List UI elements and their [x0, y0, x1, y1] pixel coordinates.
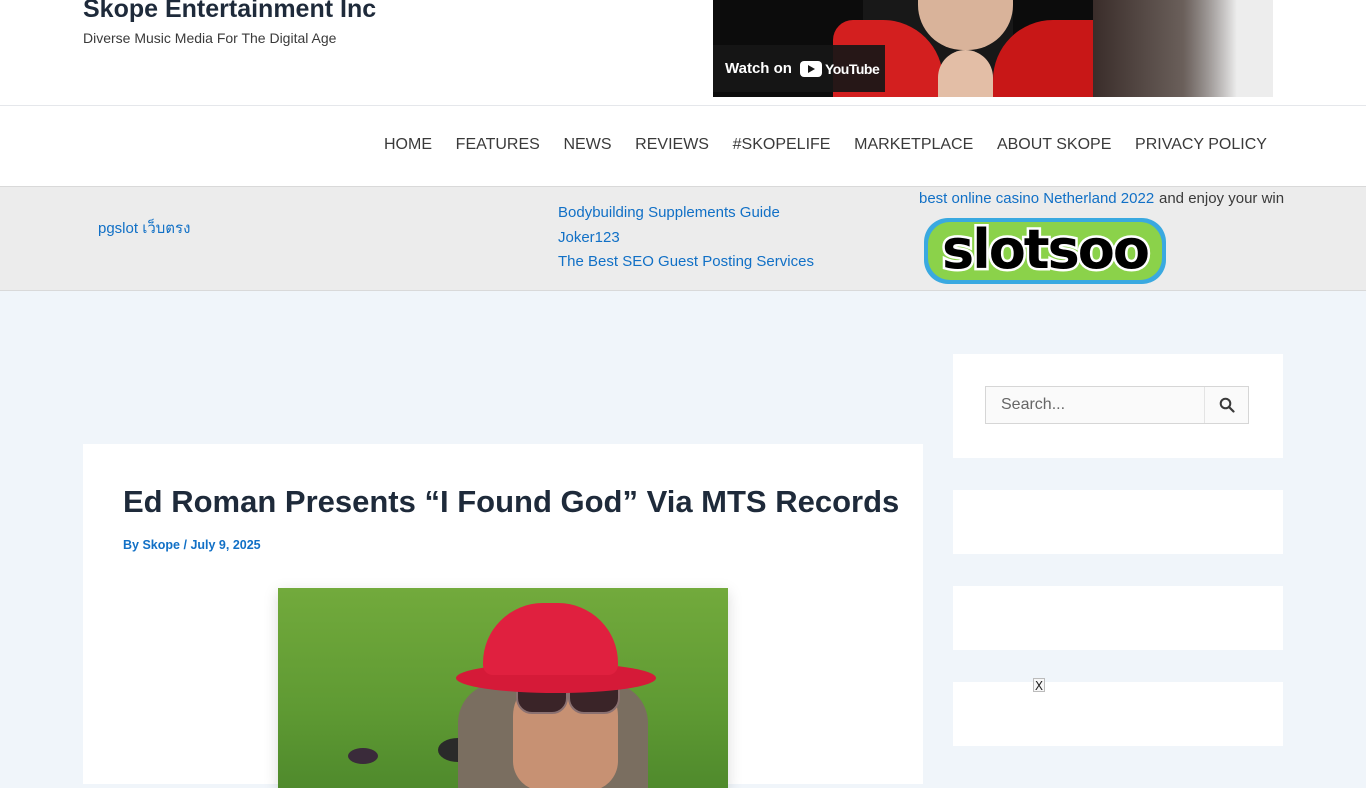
youtube-play-icon	[799, 60, 822, 77]
search-input[interactable]	[986, 387, 1206, 423]
post-meta-by: By	[123, 538, 139, 552]
youtube-logo: YouTube	[799, 60, 880, 77]
nav-item-about-skope[interactable]: ABOUT SKOPE	[997, 135, 1111, 155]
search-icon	[1219, 397, 1235, 413]
slotsoo-wordmark: slotsoo	[942, 218, 1148, 281]
sponsored-links-bar: pgslot เว็บตรง Bodybuilding Supplements …	[0, 186, 1366, 291]
ad-casino-suffix: and enjoy your win	[1159, 190, 1285, 207]
ad-link-joker123[interactable]: Joker123	[558, 229, 620, 246]
nav-item-home[interactable]: HOME	[384, 135, 432, 155]
search-widget	[953, 354, 1283, 458]
sidebar-widget-4	[953, 682, 1283, 746]
nav-item-marketplace[interactable]: MARKETPLACE	[854, 135, 973, 155]
search-form	[985, 386, 1249, 424]
ad-close-button[interactable]: X	[1033, 678, 1045, 693]
ad-link-bodybuilding[interactable]: Bodybuilding Supplements Guide	[558, 204, 780, 221]
ad-link-seo-guest-posting[interactable]: The Best SEO Guest Posting Services	[558, 253, 814, 270]
youtube-wordmark: YouTube	[824, 60, 880, 77]
ad-link-online-casino[interactable]: best online casino Netherland 2022	[919, 190, 1154, 207]
site-title[interactable]: Skope Entertainment Inc	[83, 0, 376, 24]
header-divider	[0, 105, 1366, 106]
youtube-video-embed[interactable]: Watch on YouTube	[713, 0, 1273, 97]
slotsoo-logo[interactable]: slotsoo	[924, 218, 1166, 284]
post-title[interactable]: Ed Roman Presents “I Found God” Via MTS …	[123, 484, 899, 520]
nav-item-features[interactable]: FEATURES	[456, 135, 540, 155]
nav-item-privacy-policy[interactable]: PRIVACY POLICY	[1135, 135, 1267, 155]
post-article: Ed Roman Presents “I Found God” Via MTS …	[83, 444, 923, 788]
nav-item-reviews[interactable]: REVIEWS	[635, 135, 709, 155]
sidebar-widget-2	[953, 490, 1283, 554]
site-header: Skope Entertainment Inc Diverse Music Me…	[0, 0, 1366, 186]
post-author-link[interactable]: Skope	[142, 538, 180, 552]
site-tagline: Diverse Music Media For The Digital Age	[83, 30, 337, 46]
post-meta-separator: /	[183, 538, 187, 552]
sidebar-widget-3	[953, 586, 1283, 650]
post-meta: By Skope / July 9, 2025	[123, 538, 261, 552]
post-date: July 9, 2025	[190, 538, 261, 552]
nav-item-news[interactable]: NEWS	[564, 135, 612, 155]
watch-on-youtube-button[interactable]: Watch on YouTube	[713, 45, 885, 92]
post-featured-image[interactable]	[278, 588, 728, 788]
ad-link-pgslot[interactable]: pgslot เว็บตรง	[98, 216, 190, 240]
main-navigation: HOME FEATURES NEWS REVIEWS #SKOPELIFE MA…	[384, 135, 1267, 155]
watch-on-label: Watch on	[725, 60, 792, 77]
search-button[interactable]	[1204, 387, 1248, 423]
nav-item-skopelife[interactable]: #SKOPELIFE	[733, 135, 831, 155]
